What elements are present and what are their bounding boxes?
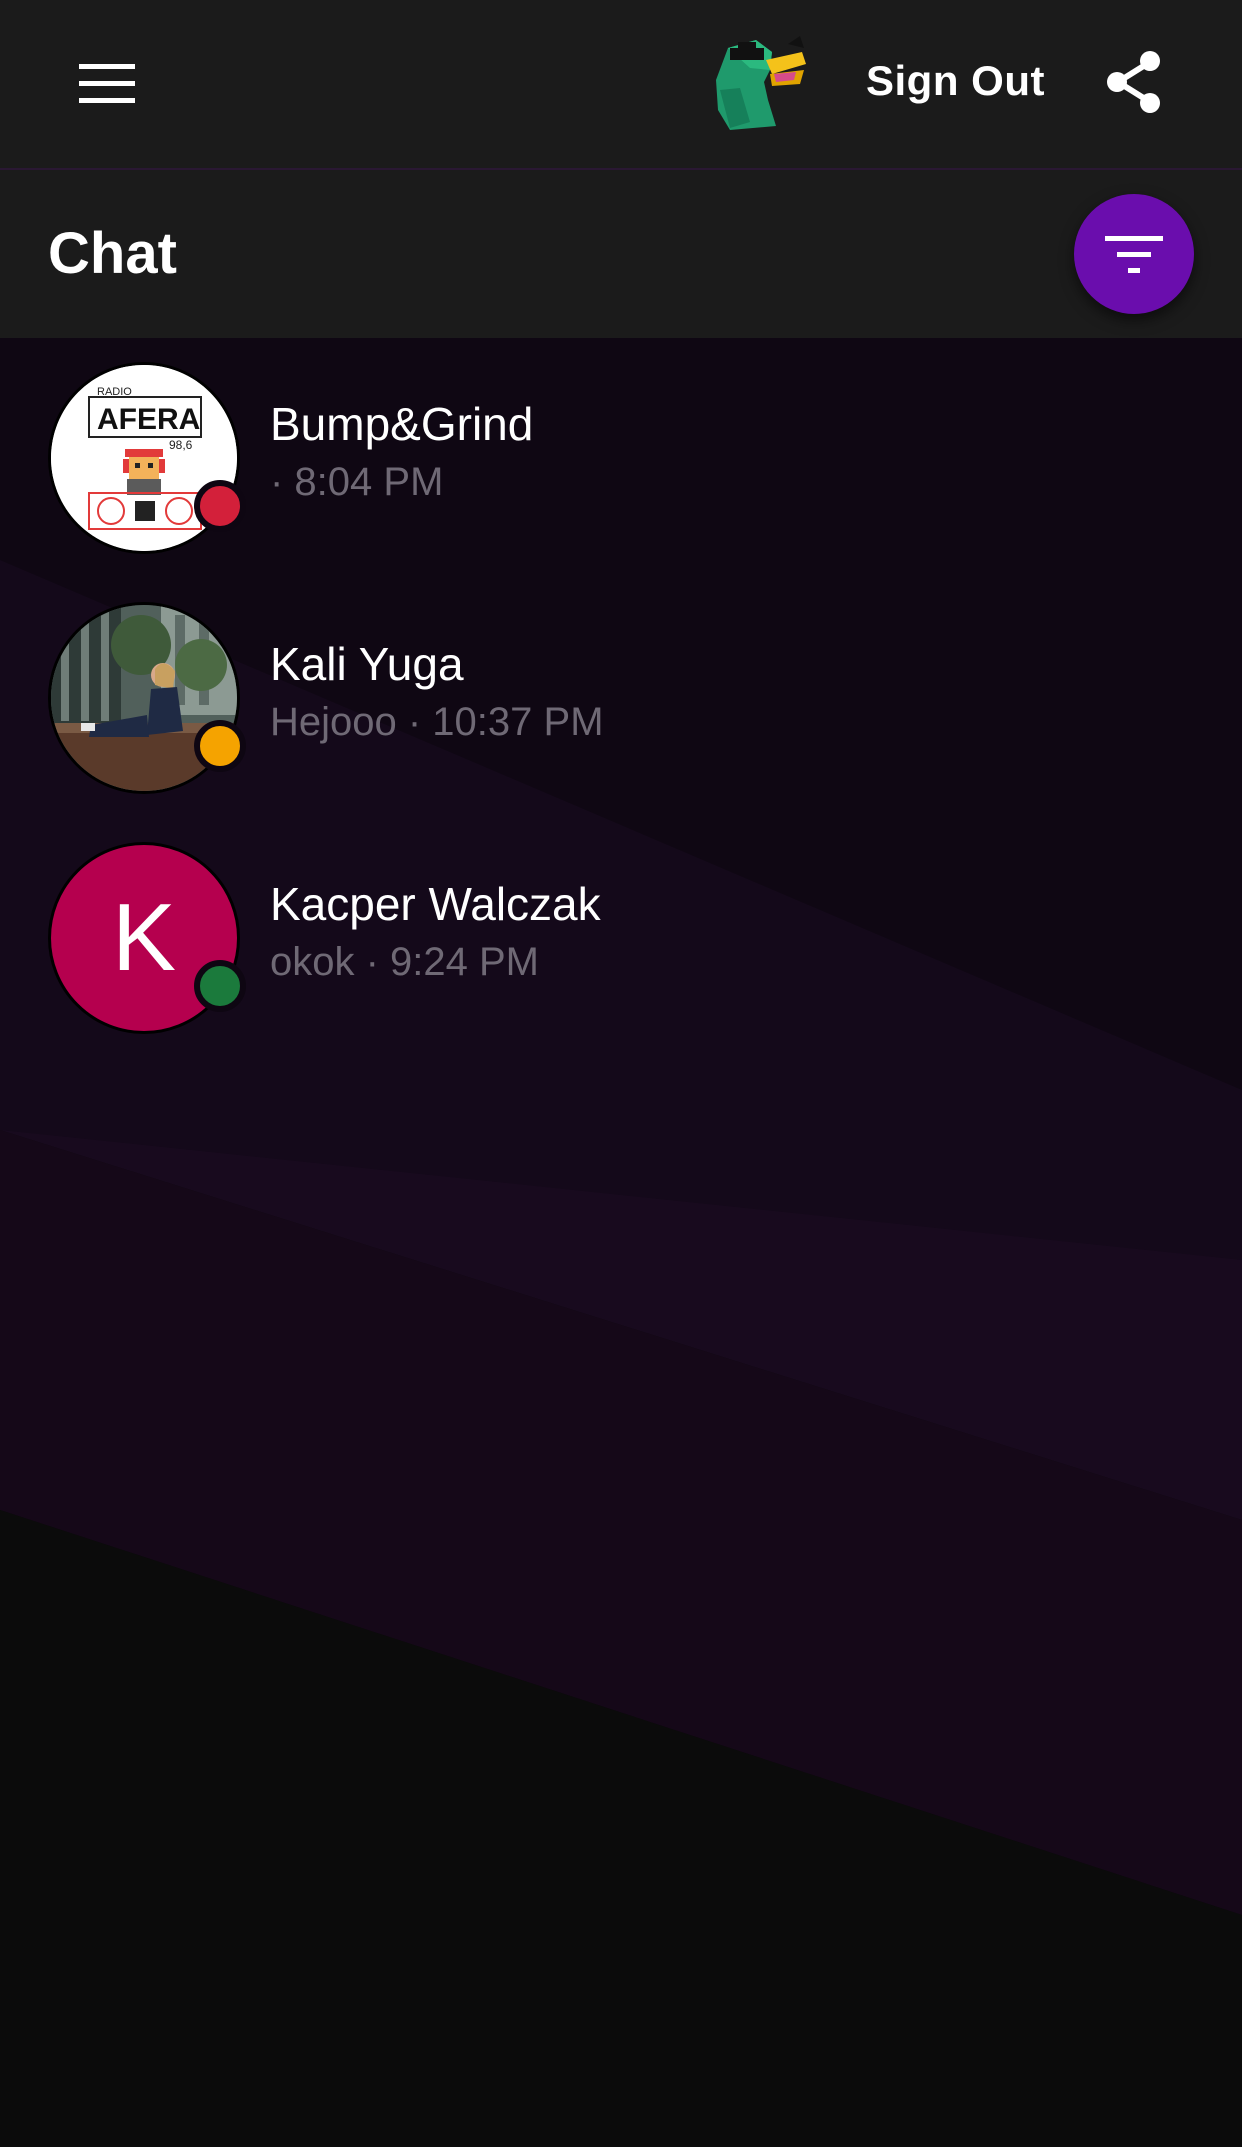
avatar-container: K [48,842,246,1034]
chat-name: Kacper Walczak [270,878,601,930]
avatar-container: RADIO AFERA 98,6 [48,362,246,554]
share-icon [1107,51,1160,113]
chat-list: RADIO AFERA 98,6 Bump&Grind · 8:04 PM Ka… [0,338,1242,1058]
chat-name: Kali Yuga [270,638,464,690]
chat-text: Kali Yuga Hejooo · 10:37 PM [270,636,604,752]
chat-text: Kacper Walczak okok · 9:24 PM [270,876,601,992]
sign-out-button[interactable]: Sign Out [850,48,1061,114]
chat-name: Bump&Grind [270,398,534,450]
chat-header: Chat [0,170,1242,338]
page-title: Chat [48,221,177,286]
menu-button[interactable] [52,44,162,124]
svg-text:AFERA: AFERA [97,403,200,436]
hamburger-menu-icon [79,64,135,103]
svg-text:98,6: 98,6 [169,438,193,452]
chat-text: Bump&Grind · 8:04 PM [270,396,533,512]
status-indicator-busy [194,480,246,532]
chat-preview-time: okok · 9:24 PM [270,940,540,984]
chat-preview-time: · 8:04 PM [270,460,444,504]
duck-logo-icon [716,36,806,130]
filter-icon [1105,236,1163,273]
chat-screen: Sign Out Chat RADIO AFERA 98,6 Bump&Grin… [0,0,1242,2147]
chat-list-item[interactable]: K Kacper Walczak okok · 9:24 PM [0,818,1242,1058]
share-button[interactable] [1096,42,1172,122]
status-indicator-online [194,960,246,1012]
chat-list-item[interactable]: RADIO AFERA 98,6 Bump&Grind · 8:04 PM [0,338,1242,578]
status-indicator-away [194,720,246,772]
filter-button[interactable] [1074,194,1194,314]
avatar-container [48,602,246,794]
chat-list-item[interactable]: Kali Yuga Hejooo · 10:37 PM [0,578,1242,818]
top-app-bar: Sign Out [0,0,1242,170]
chat-preview-time: Hejooo · 10:37 PM [270,700,604,744]
